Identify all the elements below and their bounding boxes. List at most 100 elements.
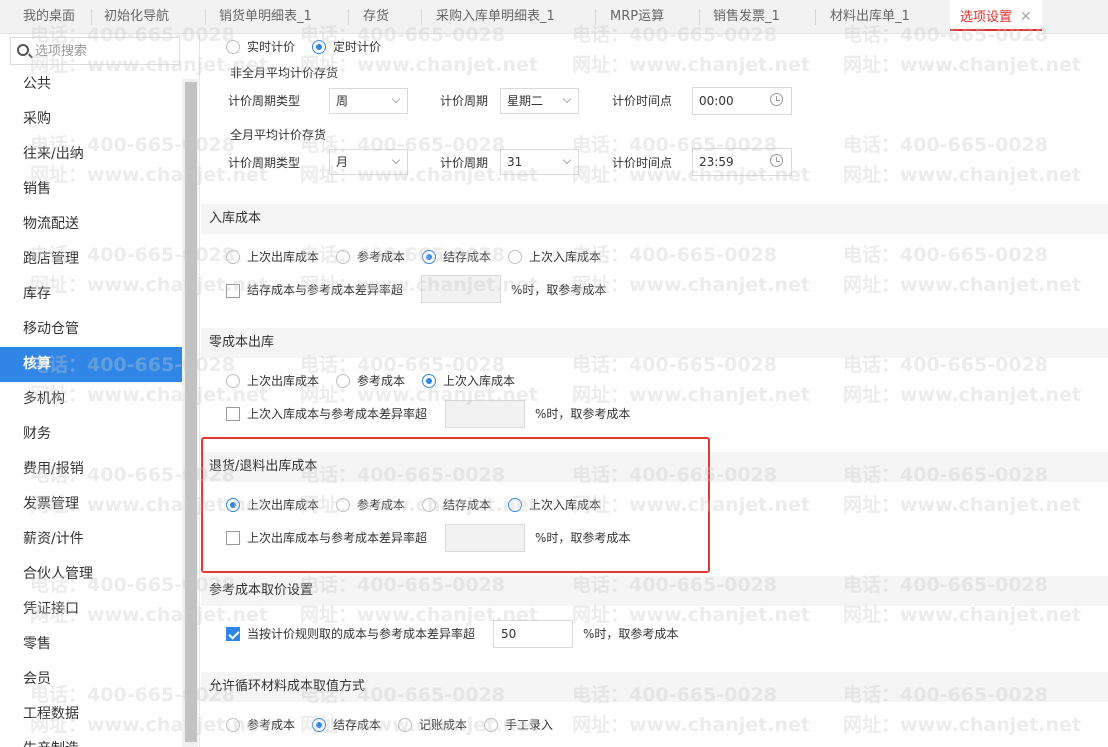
ref-diff-suffix: %时，取参考成本 [583, 627, 679, 641]
time-point-label: 计价时间点 [612, 94, 673, 108]
radio-realtime-pricing[interactable] [226, 40, 240, 54]
tab-divider [348, 9, 349, 25]
radio-zero-last-in[interactable] [422, 374, 436, 388]
month-cycle-type-label: 计价周期类型 [228, 156, 301, 170]
sidebar-item-store-visit[interactable]: 跑店管理 [0, 242, 182, 277]
clock-icon [770, 93, 783, 106]
sidebar-item-stock[interactable]: 库存 [0, 277, 182, 312]
search-box[interactable] [10, 37, 180, 65]
tab-sales-invoice[interactable]: 销售发票_1 [713, 0, 780, 34]
chevron-down-icon [391, 155, 401, 165]
non-month-avg-title: 非全月平均计价存货 [230, 66, 339, 80]
sidebar-item-member[interactable]: 会员 [0, 662, 182, 697]
sidebar-item-logistics[interactable]: 物流配送 [0, 207, 182, 242]
zero-option-label: 参考成本 [357, 374, 406, 388]
inbound-diff-input[interactable] [421, 275, 501, 303]
radio-zero-last-out[interactable] [226, 374, 240, 388]
month-time-point-value: 23:59 [699, 155, 734, 169]
radio-zero-reference[interactable] [336, 374, 350, 388]
inbound-diff-checkbox[interactable] [226, 284, 240, 298]
cycle-option-label: 记账成本 [419, 718, 468, 732]
ref-diff-input[interactable]: 50 [493, 620, 573, 648]
radio-inbound-reference[interactable] [336, 250, 350, 264]
search-icon [17, 44, 29, 56]
inbound-option-label: 上次出库成本 [247, 250, 320, 264]
radio-cycle-reference[interactable] [226, 718, 240, 732]
cycle-material-header: 允许循环材料成本取值方式 [201, 672, 1108, 702]
tab-sales-detail[interactable]: 销货单明细表_1 [219, 0, 312, 34]
month-cycle-type-value: 月 [336, 155, 349, 169]
radio-inbound-last-out[interactable] [226, 250, 240, 264]
cycle-select[interactable]: 星期二 [500, 88, 579, 114]
sidebar-item-purchase[interactable]: 采购 [0, 102, 182, 137]
inbound-option-label: 上次入库成本 [529, 250, 602, 264]
month-time-point-input[interactable]: 23:59 [692, 148, 792, 176]
close-icon[interactable]: ✕ [1020, 9, 1032, 25]
active-tab-underline [950, 29, 1042, 31]
month-cycle-select[interactable]: 31 [500, 149, 579, 175]
ref-diff-checkbox[interactable] [226, 627, 240, 641]
cycle-type-label: 计价周期类型 [228, 94, 301, 108]
sidebar: 公共 采购 往来/出纳 销售 物流配送 跑店管理 库存 移动仓管 核算 多机构 … [0, 34, 200, 747]
radio-inbound-last-in[interactable] [508, 250, 522, 264]
realtime-pricing-label: 实时计价 [247, 40, 296, 54]
radio-cycle-balance[interactable] [312, 718, 326, 732]
sidebar-item-retail[interactable]: 零售 [0, 627, 182, 662]
radio-inbound-balance[interactable] [422, 250, 436, 264]
radio-cycle-booked[interactable] [398, 718, 412, 732]
radio-scheduled-pricing[interactable] [312, 40, 326, 54]
sidebar-item-payroll[interactable]: 薪资/计件 [0, 522, 182, 557]
zero-diff-suffix: %时，取参考成本 [535, 407, 631, 421]
cycle-type-select[interactable]: 周 [329, 88, 408, 114]
sidebar-item-mobile-warehouse[interactable]: 移动仓管 [0, 312, 182, 347]
tab-init-nav[interactable]: 初始化导航 [104, 0, 169, 34]
month-cycle-value: 31 [507, 155, 523, 169]
tab-material-out[interactable]: 材料出库单_1 [830, 0, 910, 34]
options-panel: 实时计价 定时计价 非全月平均计价存货 计价周期类型 周 计价周期 星期二 计价… [201, 34, 1108, 747]
zero-option-label: 上次入库成本 [443, 374, 516, 388]
cycle-option-label: 参考成本 [247, 718, 296, 732]
tab-my-desktop[interactable]: 我的桌面 [23, 0, 75, 34]
sidebar-item-manufacturing[interactable]: 生产制造 [0, 732, 182, 747]
cycle-option-label: 手工录入 [505, 718, 554, 732]
cycle-value: 星期二 [507, 94, 544, 108]
tab-divider [91, 9, 92, 25]
sidebar-item-expense[interactable]: 费用/报销 [0, 452, 182, 487]
tab-options-settings[interactable]: 选项设置 ✕ [950, 0, 1042, 34]
tab-options-settings-label: 选项设置 [960, 10, 1013, 25]
sidebar-item-sales[interactable]: 销售 [0, 172, 182, 207]
sidebar-item-public[interactable]: 公共 [0, 67, 182, 102]
radio-cycle-manual[interactable] [484, 718, 498, 732]
chevron-down-icon [391, 94, 401, 104]
tab-inventory[interactable]: 存货 [363, 0, 389, 34]
inbound-option-label: 参考成本 [357, 250, 406, 264]
sidebar-item-accounting[interactable]: 核算 [0, 347, 182, 382]
ref-cost-header: 参考成本取价设置 [201, 576, 1108, 606]
time-point-value: 00:00 [699, 94, 734, 108]
month-cycle-type-select[interactable]: 月 [329, 149, 408, 175]
sidebar-item-finance[interactable]: 财务 [0, 417, 182, 452]
sidebar-item-multi-org[interactable]: 多机构 [0, 382, 182, 417]
scheduled-pricing-label: 定时计价 [333, 40, 382, 54]
zero-diff-label: 上次入库成本与参考成本差异率超 [247, 407, 428, 421]
tab-bar: 我的桌面 初始化导航 销货单明细表_1 存货 采购入库单明细表_1 MRP运算 … [0, 0, 1108, 34]
tab-divider [205, 9, 206, 25]
zero-cost-header: 零成本出库 [201, 328, 1108, 358]
sidebar-item-invoice[interactable]: 发票管理 [0, 487, 182, 522]
sidebar-item-partner[interactable]: 合伙人管理 [0, 557, 182, 592]
sidebar-item-ar-ap[interactable]: 往来/出纳 [0, 137, 182, 172]
tab-divider [595, 9, 596, 25]
tab-divider [699, 9, 700, 25]
tab-mrp[interactable]: MRP运算 [610, 0, 664, 34]
tab-purchase-detail[interactable]: 采购入库单明细表_1 [436, 0, 555, 34]
inbound-cost-header: 入库成本 [201, 204, 1108, 234]
search-input[interactable] [35, 42, 175, 60]
sidebar-item-engineering[interactable]: 工程数据 [0, 697, 182, 732]
time-point-input[interactable]: 00:00 [692, 87, 792, 115]
zero-option-label: 上次出库成本 [247, 374, 320, 388]
zero-diff-input[interactable] [445, 400, 525, 428]
sidebar-item-voucher[interactable]: 凭证接口 [0, 592, 182, 627]
cycle-option-label: 结存成本 [333, 718, 382, 732]
zero-diff-checkbox[interactable] [226, 407, 240, 421]
sidebar-scroll-thumb[interactable] [185, 82, 197, 742]
